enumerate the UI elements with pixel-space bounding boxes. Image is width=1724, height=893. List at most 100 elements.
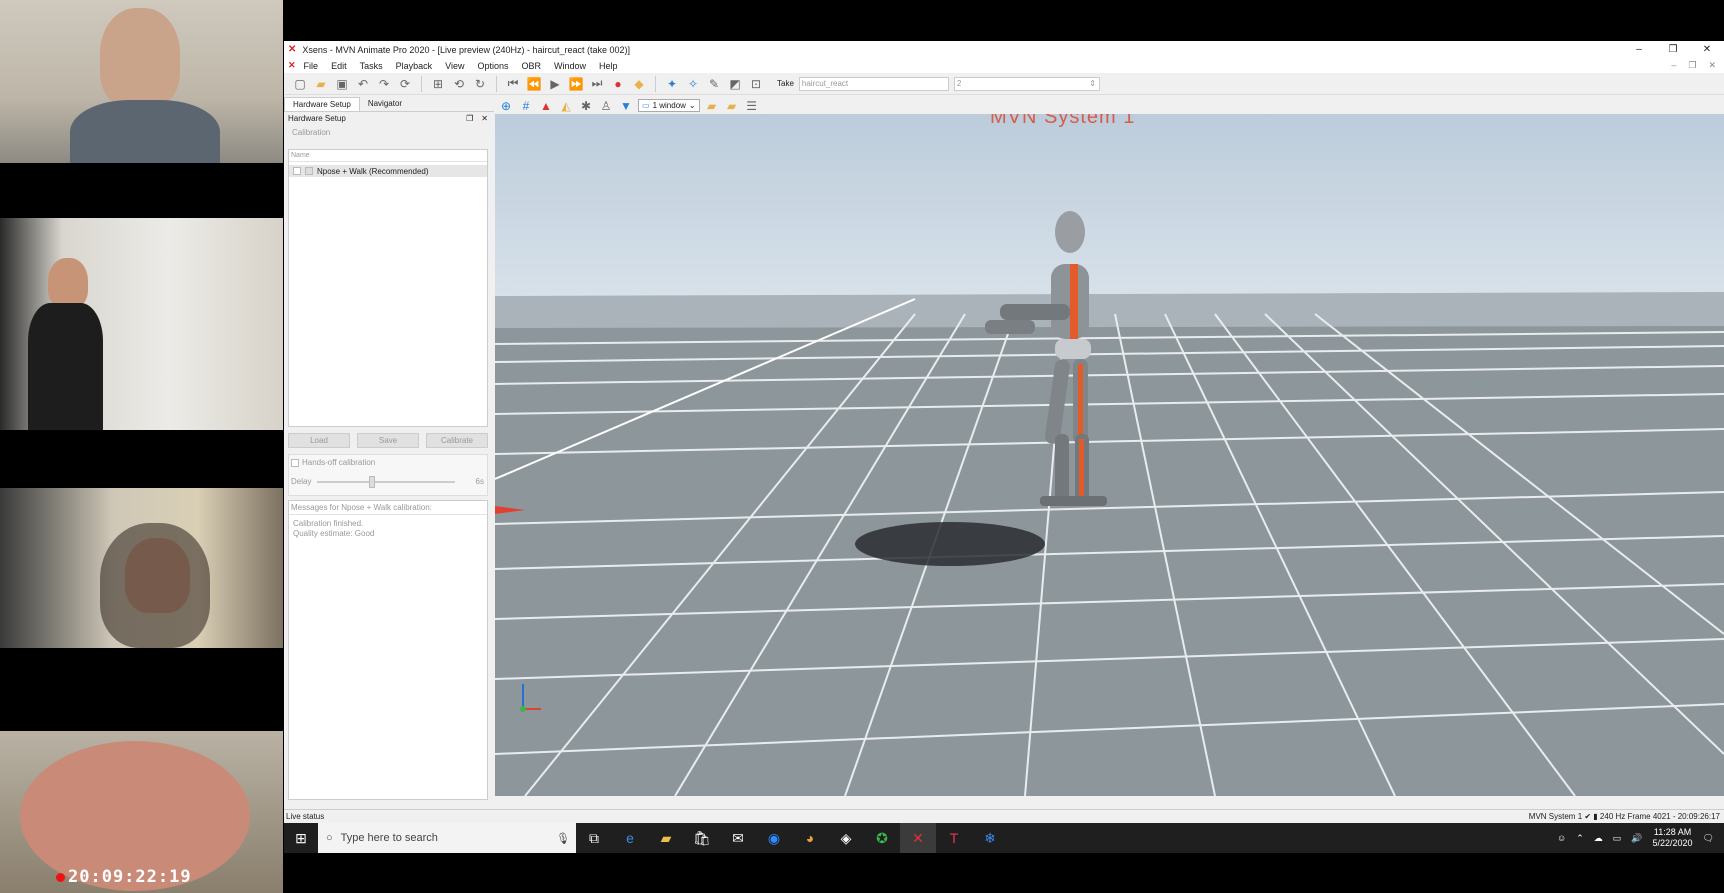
calibrate-button[interactable]: Calibrate [426, 433, 488, 448]
save-button[interactable]: Save [357, 433, 419, 448]
open-folder-icon[interactable]: ▰ [313, 76, 329, 92]
folder-icon[interactable]: ▰ [704, 98, 720, 114]
menu-help[interactable]: Help [599, 61, 618, 71]
skip-start-icon[interactable]: ⏮ [505, 76, 521, 92]
xsens-mvn-icon[interactable]: ✕ [900, 823, 936, 853]
menu-view[interactable]: View [445, 61, 464, 71]
take-name-field[interactable]: haircut_react [798, 76, 949, 91]
floor-icon[interactable]: ◭ [558, 98, 574, 114]
reprocess-icon[interactable]: ⟲ [451, 76, 467, 92]
camera-view-icon[interactable]: ⊕ [498, 98, 514, 114]
list-item[interactable]: Npose + Walk (Recommended) [289, 165, 487, 177]
messages-header: Messages for Npose + Walk calibration: [289, 501, 487, 515]
record-button-icon[interactable]: ● [610, 76, 626, 92]
viewport-toolbar: ⊕ # ▲ ◭ ✱ ♙ ▼ ▭ 1 window ⌄ ▰ ▰ ☰ [494, 97, 1724, 114]
edge-icon[interactable]: e [612, 823, 648, 853]
video-tile-2 [0, 218, 283, 430]
task-view-icon[interactable]: ⧉ [576, 823, 612, 853]
volume-icon[interactable]: 🔊 [1631, 833, 1642, 844]
onedrive-icon[interactable]: ☁ [1594, 833, 1603, 844]
people-icon[interactable]: ☺ [1557, 833, 1566, 843]
mdi-restore-button[interactable]: ❐ [1688, 60, 1696, 71]
zoom-icon[interactable]: ◉ [756, 823, 792, 853]
windows-start-icon[interactable]: ⊞ [284, 830, 318, 847]
folder-export-icon[interactable]: ▰ [724, 98, 740, 114]
menu-file[interactable]: File [304, 61, 319, 71]
step-forward-icon[interactable]: ⏩ [568, 76, 584, 92]
calibration-subtab[interactable]: Calibration [284, 125, 494, 140]
filter-icon[interactable]: ▼ [618, 98, 634, 114]
undock-icon[interactable]: ❐ [466, 114, 473, 123]
store-icon[interactable]: 🛍 [684, 823, 720, 853]
menu-options[interactable]: Options [477, 61, 508, 71]
reset-icon[interactable]: ↻ [472, 76, 488, 92]
file-explorer-icon[interactable]: ▰ [648, 823, 684, 853]
3d-viewport[interactable]: MVN System 1 [495, 114, 1724, 796]
refresh-icon[interactable]: ⟳ [397, 76, 413, 92]
mdi-close-button[interactable]: ✕ [1708, 60, 1716, 71]
notifications-icon[interactable]: 🗨 [1703, 833, 1714, 844]
menu-window[interactable]: Window [554, 61, 586, 71]
take-number-spinner[interactable]: 2 ⇕ [953, 76, 1100, 91]
list-icon[interactable]: ☰ [744, 98, 760, 114]
close-button[interactable]: ✕ [1690, 44, 1724, 55]
app-t-icon[interactable]: T [936, 823, 972, 853]
redo-icon[interactable]: ↷ [376, 76, 392, 92]
network-icon[interactable]: ⊞ [430, 76, 446, 92]
status-right: MVN System 1 ✔ ▮ 240 Hz Frame 4021 - 20:… [1528, 812, 1720, 821]
tag-icon[interactable]: ◆ [631, 76, 647, 92]
menu-edit[interactable]: Edit [331, 61, 347, 71]
list-item-icon [305, 167, 313, 175]
panel-header-buttons: ❐ ✕ [466, 114, 494, 123]
edit-icon[interactable]: ✎ [706, 76, 722, 92]
taskbar: ⊞ ○ Type here to search 🎙 ⧉ e ▰ 🛍 ✉ ◉ ◕ … [284, 823, 1724, 853]
tray-chevron-icon[interactable]: ⌃ [1576, 833, 1584, 844]
app-snowflake-icon[interactable]: ❄ [972, 823, 1008, 853]
load-button[interactable]: Load [288, 433, 350, 448]
menu-playback[interactable]: Playback [396, 61, 433, 71]
tab-hardware-setup[interactable]: Hardware Setup [284, 97, 360, 111]
warning-icon[interactable]: ▲ [538, 98, 554, 114]
skip-end-icon[interactable]: ⏭ [589, 76, 605, 92]
minimize-button[interactable]: – [1622, 44, 1656, 55]
person-icon[interactable]: ♙ [598, 98, 614, 114]
skeleton-icon[interactable]: ✱ [578, 98, 594, 114]
app-menu-icon[interactable]: ✕ [288, 60, 296, 71]
grid-settings-icon[interactable]: ⊡ [748, 76, 764, 92]
restore-button[interactable]: ❐ [1656, 44, 1690, 55]
search-circle-icon: ○ [326, 832, 333, 844]
spinner-arrows-icon[interactable]: ⇕ [1089, 79, 1096, 88]
xbox-icon[interactable]: ✪ [864, 823, 900, 853]
calibrate-actor-icon[interactable]: ✧ [685, 76, 701, 92]
graph-icon[interactable]: ◩ [727, 76, 743, 92]
save-icon[interactable]: ▣ [334, 76, 350, 92]
step-back-icon[interactable]: ⏪ [526, 76, 542, 92]
undo-icon[interactable]: ↶ [355, 76, 371, 92]
chrome-icon[interactable]: ◕ [792, 823, 828, 853]
mdi-minimize-button[interactable]: – [1671, 60, 1676, 71]
title-bar: ✕ Xsens - MVN Animate Pro 2020 - [Live p… [284, 41, 1724, 58]
unity-icon[interactable]: ◈ [828, 823, 864, 853]
grid-icon[interactable]: # [518, 98, 534, 114]
clock[interactable]: 11:28 AM 5/22/2020 [1653, 827, 1693, 849]
tab-navigator[interactable]: Navigator [360, 97, 410, 111]
network-tray-icon[interactable]: ▭ [1613, 833, 1622, 844]
play-icon[interactable]: ▶ [547, 76, 563, 92]
window-layout-select[interactable]: ▭ 1 window ⌄ [638, 99, 700, 112]
taskbar-search[interactable]: ○ Type here to search 🎙 [318, 823, 576, 853]
microphone-icon[interactable]: 🎙 [556, 832, 576, 845]
menu-obr[interactable]: OBR [522, 61, 542, 71]
delay-slider-thumb[interactable] [369, 476, 376, 488]
mail-icon[interactable]: ✉ [720, 823, 756, 853]
avatar-shadow [855, 522, 1045, 566]
delay-slider[interactable] [317, 476, 455, 488]
panel-title: Hardware Setup [288, 114, 346, 123]
menu-tasks[interactable]: Tasks [360, 61, 383, 71]
list-item-checkbox[interactable] [293, 167, 301, 175]
actor-icon[interactable]: ✦ [664, 76, 680, 92]
panel-close-icon[interactable]: ✕ [481, 114, 488, 123]
menu-bar: ✕ File Edit Tasks Playback View Options … [284, 58, 1724, 73]
new-file-icon[interactable]: ▢ [292, 76, 308, 92]
timecode-text: 20:09:22:19 [68, 867, 192, 887]
hands-off-checkbox[interactable] [291, 458, 299, 467]
